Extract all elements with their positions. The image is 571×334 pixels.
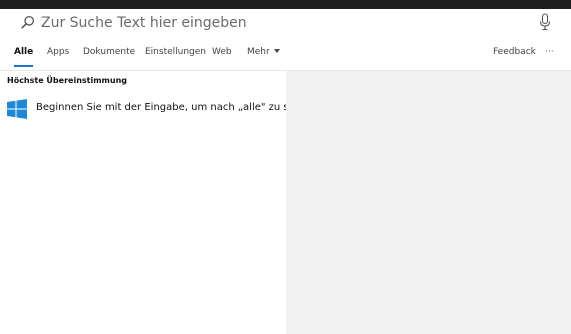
tab-apps[interactable]: Apps <box>47 47 69 57</box>
caret-down-icon <box>273 49 280 53</box>
window-top-border <box>0 0 571 9</box>
search-icon <box>21 15 35 29</box>
tab-dokumente[interactable]: Dokumente <box>83 47 135 57</box>
active-tab-indicator <box>14 65 33 67</box>
microphone-icon[interactable] <box>539 13 551 31</box>
scope-tabs: Alle Apps Dokumente Einstellungen Web Me… <box>0 36 571 71</box>
feedback-link[interactable]: Feedback <box>493 47 536 57</box>
more-options-button[interactable]: ··· <box>545 47 554 57</box>
results-panel: Höchste Übereinstimmung Beginnen Sie mit… <box>0 71 319 334</box>
tab-alle[interactable]: Alle <box>14 47 33 57</box>
search-input[interactable] <box>41 12 521 33</box>
tab-mehr-label: Mehr <box>247 47 270 57</box>
best-match-result[interactable]: Beginnen Sie mit der Eingabe, um nach „a… <box>0 95 319 123</box>
section-heading-best-match: Höchste Übereinstimmung <box>7 76 127 85</box>
windows-logo-icon <box>7 99 27 119</box>
tab-web[interactable]: Web <box>212 47 232 57</box>
tab-einstellungen[interactable]: Einstellungen <box>145 47 206 57</box>
tab-mehr[interactable]: Mehr <box>247 47 280 57</box>
best-match-text: Beginnen Sie mit der Eingabe, um nach „a… <box>36 102 320 113</box>
search-bar <box>9 9 561 37</box>
preview-panel <box>286 71 571 334</box>
